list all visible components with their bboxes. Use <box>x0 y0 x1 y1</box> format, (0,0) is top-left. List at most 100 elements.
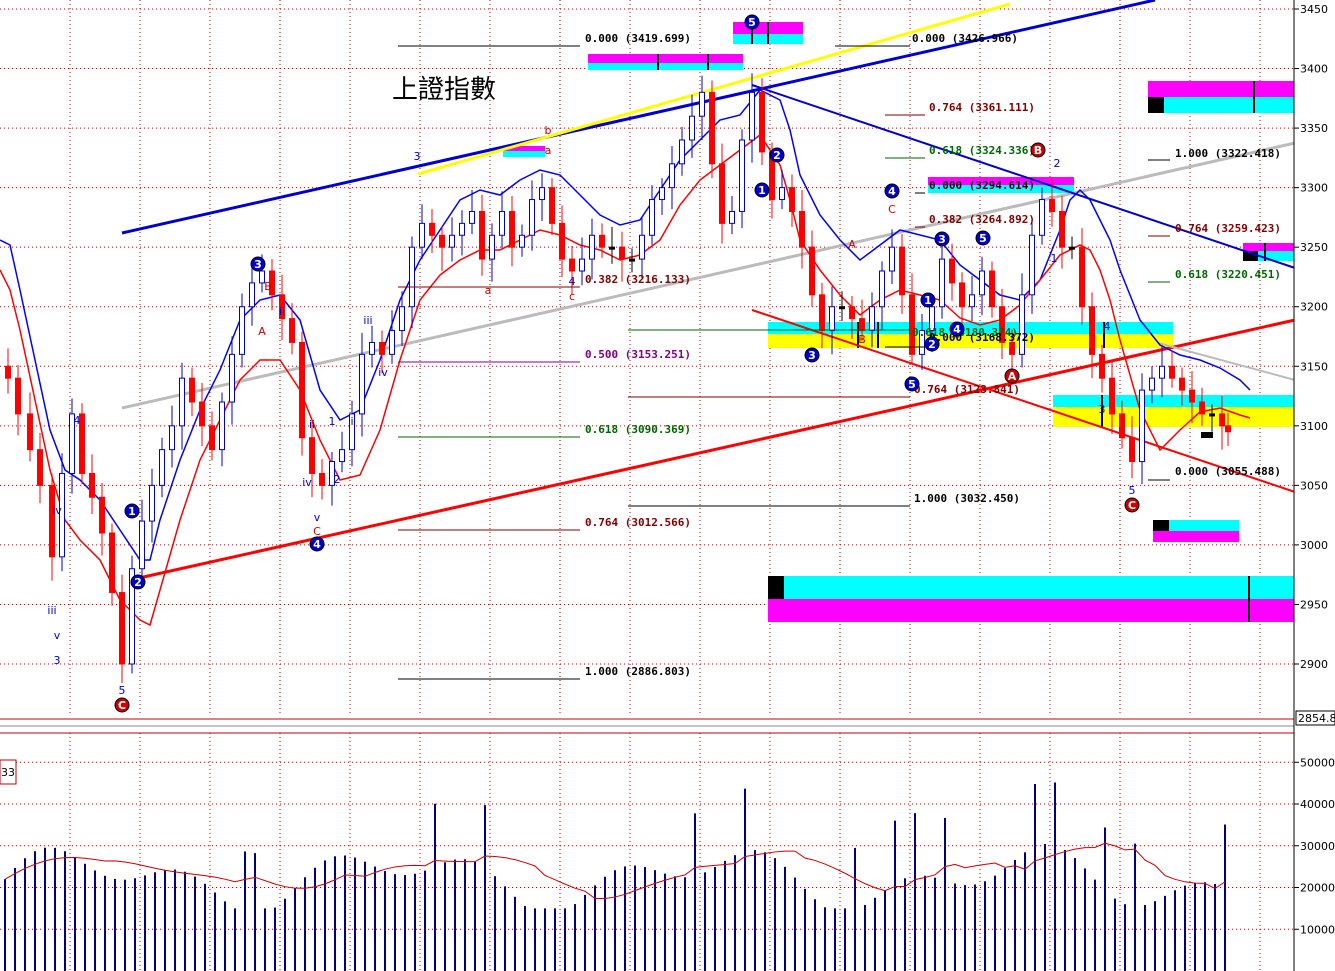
candle-body <box>889 246 895 272</box>
candle-body <box>969 294 975 308</box>
volume-panel: 33 <box>0 759 1226 971</box>
wave-label: 2 <box>334 473 341 486</box>
volume-tick-label: 20000 <box>1300 882 1335 895</box>
volume-indicator-label: 33 <box>1 766 15 779</box>
candle-body <box>1169 365 1175 379</box>
chart-window: 0.000 (3419.699) 0.382 (3216.133) 0.500 (3… <box>0 0 1335 971</box>
wave-label: A <box>1008 370 1017 383</box>
candle-body <box>899 246 905 296</box>
candle-body <box>1099 353 1105 379</box>
candle-body <box>209 425 215 451</box>
projection-box <box>588 63 743 70</box>
candle-body <box>699 91 705 117</box>
wave-label: 4 <box>313 538 321 551</box>
candle-body <box>429 222 435 236</box>
candle-body <box>649 199 655 236</box>
candle-body <box>109 532 115 594</box>
wave-label: 4 <box>888 185 896 198</box>
volume-tick-label: 10000 <box>1300 923 1335 936</box>
wave-label: 5 <box>119 684 126 697</box>
candle-body <box>839 306 845 310</box>
price-tick-label: 3400 <box>1300 63 1328 76</box>
fib-label: 0.000 (3168.372) <box>929 331 1035 344</box>
candle-body <box>459 222 465 236</box>
candle-body <box>1089 306 1095 355</box>
candle-body <box>989 270 995 308</box>
candle-body <box>979 270 985 296</box>
projection-box <box>1053 395 1295 407</box>
candle-body <box>519 234 525 248</box>
wave-label: 5 <box>979 232 987 245</box>
wave-label: 3 <box>1099 403 1106 416</box>
projection-box <box>768 576 1295 599</box>
candle-body <box>549 187 555 224</box>
candle-body <box>1039 199 1045 236</box>
projection-box <box>1153 531 1239 542</box>
candle-body <box>719 163 725 224</box>
candle-body <box>1219 413 1225 427</box>
wave-label: 3 <box>938 233 946 246</box>
candle-body <box>489 234 495 260</box>
candle-body <box>389 330 395 355</box>
candle-body <box>509 210 515 248</box>
wave-label: 1 <box>924 294 932 307</box>
projection-box <box>588 54 743 63</box>
price-tick-label: 3350 <box>1300 122 1328 135</box>
projection-box <box>1243 243 1295 251</box>
fib-label: 1.000 (3032.450) <box>914 492 1020 505</box>
candle-body <box>1119 413 1125 439</box>
wave-label: 4 <box>569 275 576 288</box>
wave-label: A <box>848 238 856 251</box>
candle-body <box>219 401 225 451</box>
price-tick-label: 3000 <box>1300 539 1328 552</box>
candle-body <box>149 484 155 522</box>
candle-body <box>1049 199 1055 212</box>
candle-body <box>619 246 625 260</box>
wave-label: B <box>858 333 866 346</box>
wave-label: iii <box>363 314 372 327</box>
candle-body <box>749 91 755 141</box>
fib-label: 0.000 (3294.614) <box>929 179 1035 192</box>
price-axis: 3450 3400 3350 3300 3250 3200 3150 3100 3050 3000… <box>1293 0 1335 971</box>
candle-body <box>539 187 545 201</box>
candle-body <box>1159 365 1165 379</box>
wave-label: iv <box>52 504 62 517</box>
candle-body <box>119 592 125 665</box>
candle-body <box>909 294 915 355</box>
candle-body <box>89 472 95 498</box>
wave-label: 1 <box>758 184 766 197</box>
price-tick-label: 3300 <box>1300 182 1328 195</box>
wave-label: c <box>569 290 575 303</box>
price-tick-label: 3100 <box>1300 420 1328 433</box>
candle-body <box>189 377 195 403</box>
candle-body <box>359 353 365 415</box>
candle-body <box>1209 413 1215 417</box>
candle-body <box>339 449 345 463</box>
candle-body <box>829 306 835 332</box>
price-tick-label: 2900 <box>1300 658 1328 671</box>
wave-label: iv <box>378 366 388 379</box>
projection-box <box>1153 520 1169 531</box>
candle-body <box>959 282 965 308</box>
fib-label: 0.764 (3012.566) <box>585 516 691 529</box>
candle-body <box>1059 210 1065 248</box>
fib-label: 0.618 (3324.336) <box>929 144 1035 157</box>
fib-label: 0.382 (3264.892) <box>929 213 1035 226</box>
wave-label: 5 <box>1129 484 1136 497</box>
price-tick-label: 3250 <box>1300 241 1328 254</box>
wave-label: 1 <box>1051 252 1058 265</box>
gray-trend-line <box>121 141 1296 410</box>
wave-label: 3 <box>808 349 816 362</box>
trend-lines <box>121 0 1296 582</box>
grid <box>0 0 1294 971</box>
candle-body <box>1009 341 1015 355</box>
candle-body <box>709 91 715 165</box>
candle-body <box>1179 377 1185 391</box>
volume-tick-label: 50000 <box>1300 756 1335 769</box>
candle-body <box>669 163 675 189</box>
candle-body <box>809 246 815 296</box>
candle-body <box>289 318 295 343</box>
candle-body <box>199 401 205 427</box>
candle-body <box>369 341 375 355</box>
candle-body <box>789 187 795 212</box>
